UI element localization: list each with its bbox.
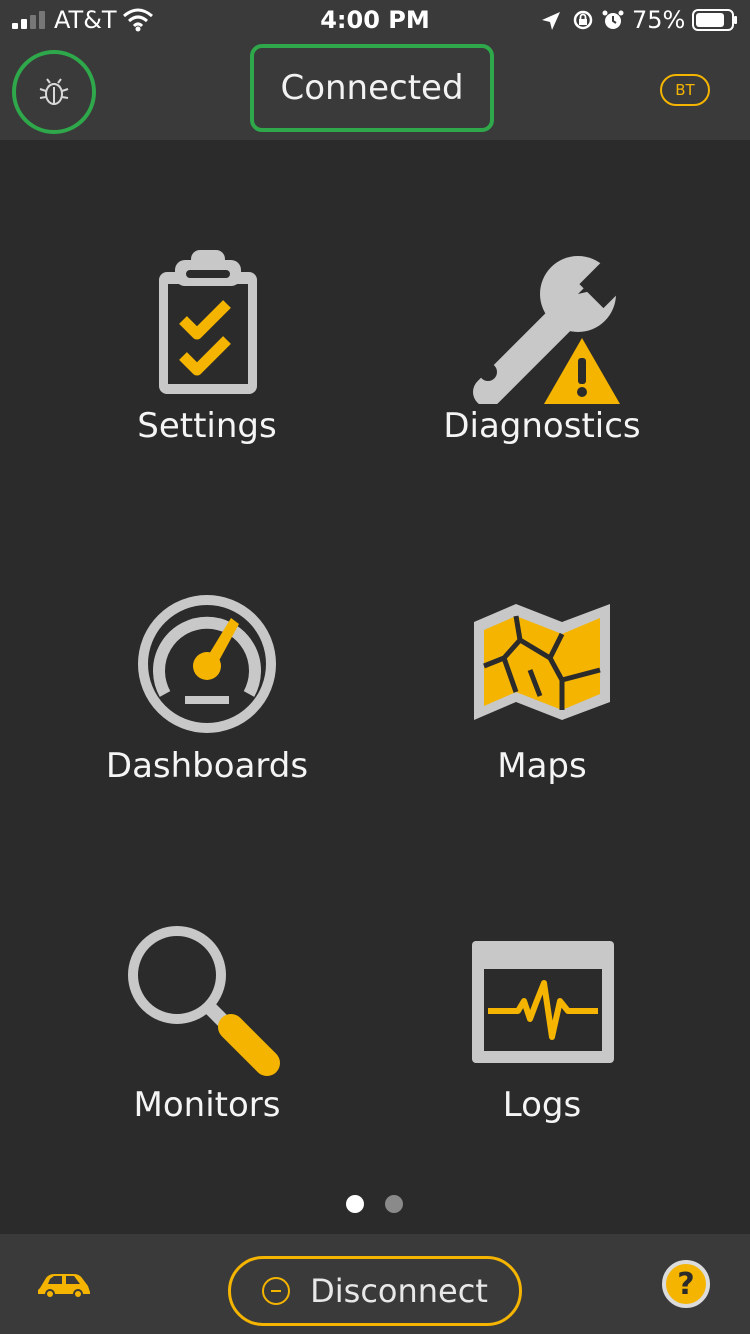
bottom-bar: Disconnect ? xyxy=(0,1234,750,1334)
battery-percent: 75% xyxy=(632,6,686,34)
wrench-warning-icon xyxy=(473,252,620,404)
magnifier-icon xyxy=(128,926,280,1076)
tile-label: Dashboards xyxy=(105,746,309,786)
disconnect-label: Disconnect xyxy=(310,1272,488,1310)
waveform-icon xyxy=(472,941,614,1063)
page-dot-active[interactable] xyxy=(346,1195,364,1213)
disconnect-button[interactable]: Disconnect xyxy=(228,1256,522,1326)
orientation-lock-icon xyxy=(573,10,593,30)
car-icon[interactable] xyxy=(36,1270,92,1300)
tile-label: Logs xyxy=(502,1085,582,1125)
tile-maps[interactable]: Maps xyxy=(392,590,692,850)
tile-label: Diagnostics xyxy=(443,406,641,446)
debug-button[interactable] xyxy=(12,50,96,134)
gauge-icon xyxy=(138,595,276,733)
connection-status-label: Connected xyxy=(280,68,464,108)
minus-circle-icon xyxy=(262,1277,291,1305)
connection-status-title[interactable]: Connected xyxy=(250,44,494,132)
tile-label: Settings xyxy=(137,406,277,446)
location-arrow-icon xyxy=(542,12,560,30)
tile-dashboards[interactable]: Dashboards xyxy=(57,590,357,850)
map-icon xyxy=(474,604,610,720)
bluetooth-badge[interactable]: BT xyxy=(660,74,710,106)
page-dot-inactive[interactable] xyxy=(385,1195,403,1213)
alarm-icon xyxy=(602,10,624,29)
tile-logs[interactable]: Logs xyxy=(392,925,692,1185)
tile-label: Monitors xyxy=(133,1085,281,1125)
tile-settings[interactable]: Settings xyxy=(57,240,357,500)
nav-bar: Connected BT xyxy=(0,40,750,140)
tile-monitors[interactable]: Monitors xyxy=(57,925,357,1185)
tile-label: Maps xyxy=(497,746,587,786)
battery-icon xyxy=(692,9,737,31)
status-bar: AT&T 4:00 PM 75% xyxy=(0,0,750,40)
bug-icon xyxy=(39,78,69,105)
tile-diagnostics[interactable]: Diagnostics xyxy=(392,240,692,500)
clipboard-check-icon xyxy=(159,250,257,394)
help-button[interactable]: ? xyxy=(662,1260,710,1308)
